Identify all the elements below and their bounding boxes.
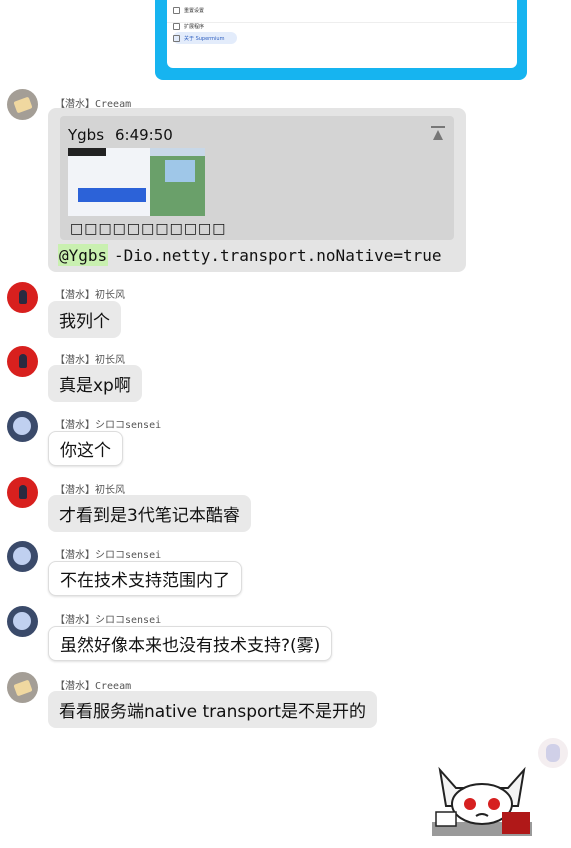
reset-icon bbox=[173, 6, 180, 14]
message-bubble[interactable]: 看看服务端native transport是不是开的 bbox=[48, 691, 378, 728]
menu-item-about: 关于 Supermium bbox=[173, 32, 237, 44]
message-bubble[interactable]: 才看到是3代笔记本酷睿 bbox=[48, 495, 251, 532]
quoted-screenshot-thumbnail[interactable] bbox=[68, 148, 205, 216]
menu-label: 重置设置 bbox=[184, 7, 205, 14]
sender-name: 【潜水】Creeam bbox=[55, 681, 132, 692]
sender-name: 【潜水】初长风 bbox=[55, 485, 125, 496]
info-icon bbox=[173, 34, 180, 42]
quoted-sender: Ygbs bbox=[68, 126, 105, 144]
message-bubble[interactable]: 不在技术支持范围内了 bbox=[48, 561, 242, 596]
message-bubble[interactable]: 我列个 bbox=[48, 301, 121, 338]
sender-name: 【潜水】シロコsensei bbox=[55, 420, 162, 431]
quoted-message[interactable]: Ygbs 6:49:50 □□□□□□□□□□□ bbox=[60, 116, 454, 240]
message-text: 不在技术支持范围内了 bbox=[60, 571, 230, 591]
menu-label: 关于 Supermium bbox=[184, 35, 225, 42]
message-bubble[interactable]: 真是xp啊 bbox=[48, 365, 142, 402]
quoted-time: 6:49:50 bbox=[115, 126, 173, 144]
message-text: -Dio.netty.transport.noNative=true bbox=[114, 245, 442, 265]
sender-name: 【潜水】シロコsensei bbox=[55, 615, 162, 626]
avatar-shiroko-sensei[interactable] bbox=[7, 606, 38, 637]
message-text: 你这个 bbox=[60, 441, 111, 461]
sticker-image[interactable] bbox=[432, 766, 532, 836]
quoted-caption: □□□□□□□□□□□ bbox=[70, 221, 227, 237]
avatar-chuchangfeng[interactable] bbox=[7, 282, 38, 313]
avatar-creeam[interactable] bbox=[7, 672, 38, 703]
message-text: 虽然好像本来也没有技术支持?(雾) bbox=[60, 636, 321, 656]
jump-to-top-icon[interactable] bbox=[431, 126, 445, 142]
message-text: 真是xp啊 bbox=[59, 376, 131, 396]
avatar-creeam[interactable] bbox=[7, 89, 38, 120]
message-text: 才看到是3代笔记本酷睿 bbox=[59, 506, 240, 526]
avatar-shiroko-sensei[interactable] bbox=[7, 411, 38, 442]
menu-item-reset: 重置设置 bbox=[173, 4, 233, 16]
avatar-chuchangfeng[interactable] bbox=[7, 477, 38, 508]
extension-icon bbox=[173, 22, 180, 30]
avatar-shiroko-sensei[interactable] bbox=[7, 541, 38, 572]
avatar-chuchangfeng[interactable] bbox=[7, 346, 38, 377]
sender-name: 【潜水】初长风 bbox=[55, 355, 125, 366]
screenshot-content: 重置设置 扩展程序 关于 Supermium bbox=[167, 0, 517, 68]
shared-screenshot-top[interactable]: 重置设置 扩展程序 关于 Supermium bbox=[155, 0, 527, 80]
avatar-self[interactable] bbox=[538, 738, 568, 768]
menu-label: 扩展程序 bbox=[184, 23, 205, 30]
sender-name: 【潜水】シロコsensei bbox=[55, 550, 162, 561]
message-bubble[interactable]: 虽然好像本来也没有技术支持?(雾) bbox=[48, 626, 333, 661]
message-text: 我列个 bbox=[59, 312, 110, 332]
mention-tag[interactable]: @Ygbs bbox=[58, 244, 109, 266]
message-bubble[interactable]: 你这个 bbox=[48, 431, 123, 466]
reply-message-bubble[interactable]: Ygbs 6:49:50 □□□□□□□□□□□ @Ygbs -Dio.nett… bbox=[48, 108, 466, 272]
menu-item-extensions: 扩展程序 bbox=[173, 20, 233, 32]
message-text: 看看服务端native transport是不是开的 bbox=[59, 702, 367, 722]
sender-name: 【潜水】初长风 bbox=[55, 290, 125, 301]
